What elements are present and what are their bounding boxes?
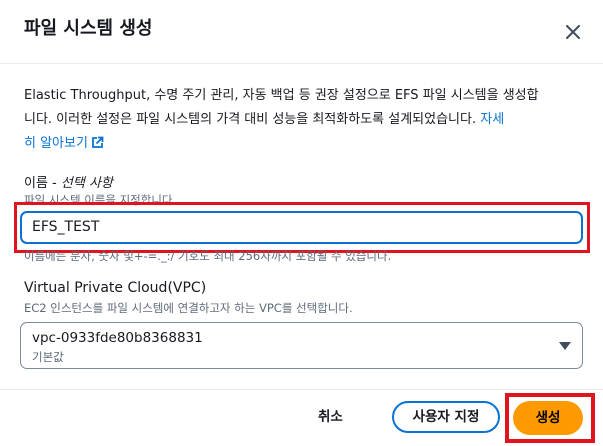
close-button[interactable] [562, 21, 584, 43]
vpc-selected-value: vpc-0933fde80b8368831 [32, 330, 203, 346]
modal-header: 파일 시스템 생성 [0, 0, 603, 64]
vpc-selected-sub: 기본값 [32, 350, 64, 364]
optional-label: 선택 사항 [60, 176, 113, 191]
create-button[interactable]: 생성 [513, 401, 583, 435]
cancel-button[interactable]: 취소 [318, 404, 343, 430]
caret-down-icon [559, 342, 571, 350]
vpc-field-label: Virtual Private Cloud(VPC) [24, 280, 207, 296]
modal-title: 파일 시스템 생성 [24, 18, 153, 39]
vpc-select[interactable]: vpc-0933fde80b8368831 기본값 [20, 322, 583, 369]
description-line1: Elastic Throughput, 수명 주기 관리, 자동 백업 등 권장… [24, 88, 539, 103]
name-field-label: 이름 - 선택 사항 [24, 176, 113, 191]
name-input[interactable]: EFS_TEST [20, 211, 583, 244]
vpc-field-hint: EC2 인스턴스를 파일 시스템에 연결하고자 하는 VPC를 선택합니다. [24, 301, 353, 315]
modal-description: Elastic Throughput, 수명 주기 관리, 자동 백업 등 권장… [24, 84, 580, 158]
customize-button[interactable]: 사용자 지정 [392, 401, 500, 433]
name-constraint-text: 이름에는 문자, 숫자 및+-=._:/ 기호도 최대 256자까지 포함될 수… [24, 249, 392, 263]
close-icon [566, 25, 580, 39]
description-line2: 니다. 이러한 설정은 파일 시스템의 가격 대비 성능을 최적화하도록 설계되… [24, 112, 477, 127]
modal-body: Elastic Throughput, 수명 주기 관리, 자동 백업 등 권장… [24, 84, 580, 158]
external-link-icon [91, 134, 104, 158]
